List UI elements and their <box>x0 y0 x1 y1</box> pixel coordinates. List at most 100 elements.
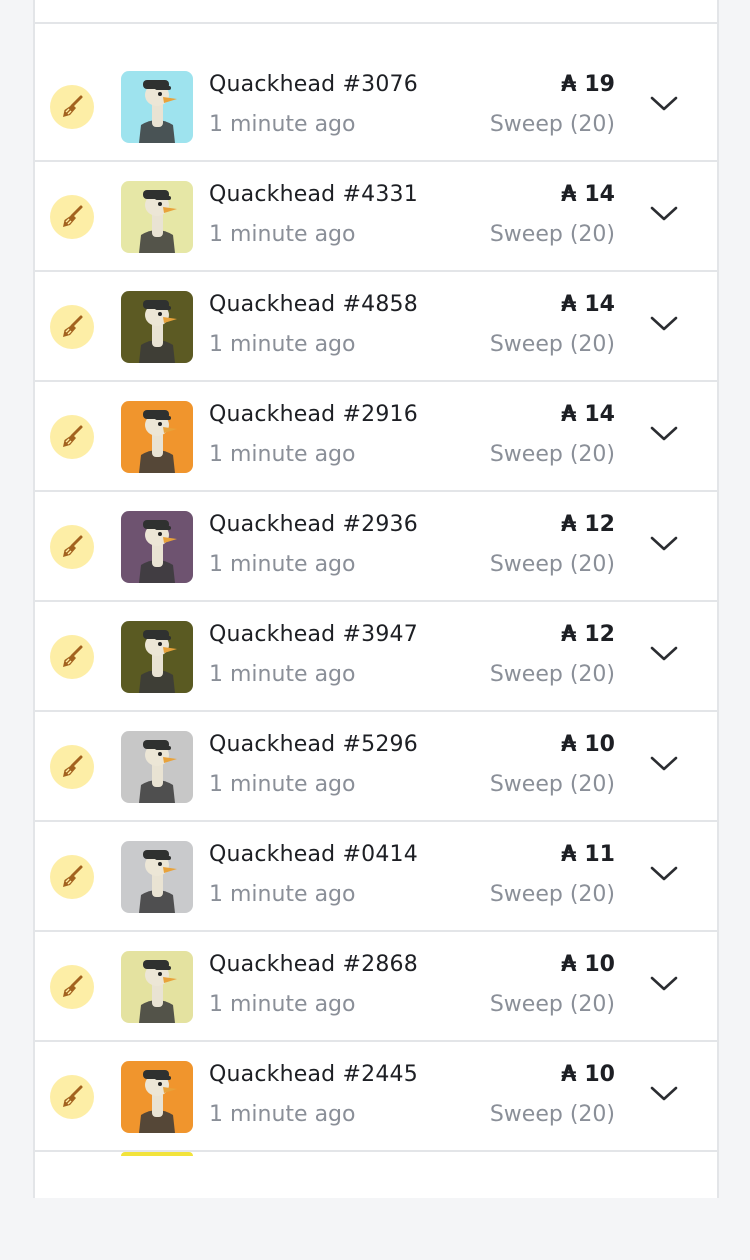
price-value: 10 <box>584 1062 615 1087</box>
nft-name: Quackhead #2445 <box>209 1062 418 1087</box>
nft-name: Quackhead #4331 <box>209 182 418 207</box>
price-value: 19 <box>584 72 615 97</box>
nft-name: Quackhead #2916 <box>209 402 418 427</box>
activity-row[interactable]: Quackhead #4331 1 minute ago ₳ 14 Sweep (… <box>35 162 717 272</box>
timestamp: 1 minute ago <box>209 112 356 137</box>
activity-panel: Quackhead #3076 1 minute ago ₳ 19 Sweep (… <box>33 0 719 1198</box>
broom-badge <box>50 85 94 129</box>
activity-row[interactable]: Quackhead #3947 1 minute ago ₳ 12 Sweep (… <box>35 602 717 712</box>
broom-icon <box>63 535 83 557</box>
sweep-label: Sweep (20) <box>489 222 615 247</box>
activity-row[interactable]: Quackhead #2868 1 minute ago ₳ 10 Sweep (… <box>35 932 717 1042</box>
activity-row[interactable]: Quackhead #4858 1 minute ago ₳ 14 Sweep (… <box>35 272 717 382</box>
activity-row[interactable]: Quackhead #3076 1 minute ago ₳ 19 Sweep (… <box>35 52 717 162</box>
price-value: 14 <box>584 292 615 317</box>
broom-badge <box>50 195 94 239</box>
nft-name: Quackhead #3076 <box>209 72 418 97</box>
timestamp: 1 minute ago <box>209 882 356 907</box>
sweep-label: Sweep (20) <box>489 882 615 907</box>
price: ₳ 14 <box>561 292 615 317</box>
broom-badge <box>50 525 94 569</box>
price-value: 10 <box>584 952 615 977</box>
chevron-down-icon[interactable] <box>649 753 679 773</box>
price-value: 14 <box>584 182 615 207</box>
activity-row[interactable] <box>35 1152 717 1260</box>
price: ₳ 12 <box>561 512 615 537</box>
ada-currency-icon: ₳ <box>561 292 577 317</box>
timestamp: 1 minute ago <box>209 332 356 357</box>
broom-badge <box>50 745 94 789</box>
nft-name: Quackhead #2868 <box>209 952 418 977</box>
activity-list: Quackhead #3076 1 minute ago ₳ 19 Sweep (… <box>35 52 717 1260</box>
nft-thumbnail <box>121 511 193 583</box>
nft-thumbnail <box>121 951 193 1023</box>
chevron-down-icon[interactable] <box>649 313 679 333</box>
sweep-label: Sweep (20) <box>489 662 615 687</box>
activity-row[interactable]: Quackhead #5296 1 minute ago ₳ 10 Sweep (… <box>35 712 717 822</box>
price: ₳ 14 <box>561 402 615 427</box>
nft-name: Quackhead #3947 <box>209 622 418 647</box>
price-value: 12 <box>584 622 615 647</box>
ada-currency-icon: ₳ <box>561 1062 577 1087</box>
ada-currency-icon: ₳ <box>561 182 577 207</box>
timestamp: 1 minute ago <box>209 662 356 687</box>
broom-icon <box>63 755 83 777</box>
sweep-label: Sweep (20) <box>489 552 615 577</box>
chevron-down-icon[interactable] <box>649 203 679 223</box>
sweep-label: Sweep (20) <box>489 442 615 467</box>
chevron-down-icon[interactable] <box>649 643 679 663</box>
nft-thumbnail <box>121 291 193 363</box>
sweep-label: Sweep (20) <box>489 1102 615 1127</box>
nft-thumbnail <box>121 1061 193 1133</box>
nft-thumbnail <box>121 841 193 913</box>
timestamp: 1 minute ago <box>209 992 356 1017</box>
price: ₳ 19 <box>561 72 615 97</box>
sweep-label: Sweep (20) <box>489 332 615 357</box>
chevron-down-icon[interactable] <box>649 863 679 883</box>
chevron-down-icon[interactable] <box>649 973 679 993</box>
ada-currency-icon: ₳ <box>561 622 577 647</box>
broom-badge <box>50 305 94 349</box>
sweep-label: Sweep (20) <box>489 112 615 137</box>
chevron-down-icon[interactable] <box>649 93 679 113</box>
ada-currency-icon: ₳ <box>561 952 577 977</box>
timestamp: 1 minute ago <box>209 222 356 247</box>
sweep-label: Sweep (20) <box>489 992 615 1017</box>
timestamp: 1 minute ago <box>209 442 356 467</box>
broom-badge <box>50 415 94 459</box>
nft-thumbnail <box>121 731 193 803</box>
nft-thumbnail <box>121 621 193 693</box>
broom-badge <box>50 965 94 1009</box>
broom-icon <box>63 645 83 667</box>
ada-currency-icon: ₳ <box>561 842 577 867</box>
price-value: 12 <box>584 512 615 537</box>
nft-thumbnail <box>121 181 193 253</box>
broom-badge <box>50 855 94 899</box>
price: ₳ 14 <box>561 182 615 207</box>
nft-thumbnail <box>121 401 193 473</box>
chevron-down-icon[interactable] <box>649 423 679 443</box>
price: ₳ 12 <box>561 622 615 647</box>
ada-currency-icon: ₳ <box>561 402 577 427</box>
chevron-down-icon[interactable] <box>649 533 679 553</box>
activity-row[interactable]: Quackhead #2936 1 minute ago ₳ 12 Sweep (… <box>35 492 717 602</box>
price-value: 14 <box>584 402 615 427</box>
broom-icon <box>63 205 83 227</box>
price-value: 10 <box>584 732 615 757</box>
broom-icon <box>63 1085 83 1107</box>
timestamp: 1 minute ago <box>209 552 356 577</box>
nft-name: Quackhead #5296 <box>209 732 418 757</box>
activity-row[interactable]: Quackhead #2445 1 minute ago ₳ 10 Sweep (… <box>35 1042 717 1152</box>
price: ₳ 11 <box>561 842 615 867</box>
price: ₳ 10 <box>561 1062 615 1087</box>
activity-row[interactable]: Quackhead #0414 1 minute ago ₳ 11 Sweep (… <box>35 822 717 932</box>
activity-row[interactable]: Quackhead #2916 1 minute ago ₳ 14 Sweep (… <box>35 382 717 492</box>
broom-icon <box>63 425 83 447</box>
nft-name: Quackhead #0414 <box>209 842 418 867</box>
timestamp: 1 minute ago <box>209 1102 356 1127</box>
nft-thumbnail <box>121 71 193 143</box>
nft-name: Quackhead #4858 <box>209 292 418 317</box>
chevron-down-icon[interactable] <box>649 1083 679 1103</box>
price: ₳ 10 <box>561 952 615 977</box>
broom-icon <box>63 865 83 887</box>
